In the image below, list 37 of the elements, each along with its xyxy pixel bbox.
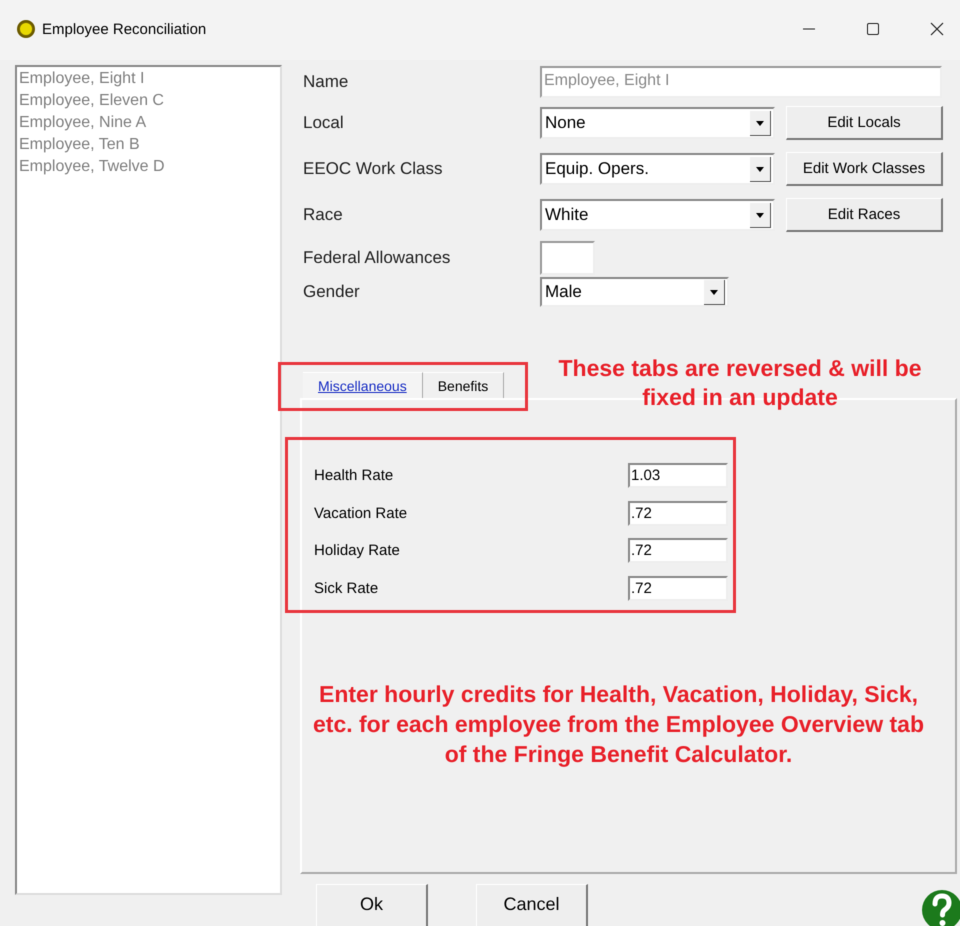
- close-icon[interactable]: [930, 22, 944, 36]
- dropdown[interactable]: Male: [540, 277, 729, 307]
- tab[interactable]: Benefits: [422, 372, 504, 398]
- dropdown[interactable]: White: [540, 199, 775, 231]
- rate-label: Holiday Rate: [314, 542, 401, 560]
- employee-item[interactable]: Employee, Nine A: [19, 112, 278, 134]
- tab[interactable]: Miscellaneous: [303, 372, 423, 398]
- field-label: Federal Allowances: [303, 248, 452, 268]
- input-field[interactable]: [540, 241, 595, 275]
- employee-item[interactable]: Employee, Ten B: [19, 134, 278, 156]
- dialog-button[interactable]: Ok: [316, 884, 428, 926]
- rate-label: Health Rate: [314, 467, 394, 484]
- rate-field[interactable]: 1.03: [628, 463, 728, 488]
- rate-label: Sick Rate: [314, 580, 380, 597]
- rate-field[interactable]: .72: [628, 538, 728, 564]
- field-label: Name: [303, 72, 350, 92]
- employee-item[interactable]: Employee, Eight I: [19, 68, 278, 90]
- rate-field[interactable]: .72: [628, 500, 728, 526]
- window-title: Employee Reconciliation: [42, 20, 206, 38]
- edit-button[interactable]: Edit Locals: [786, 106, 943, 140]
- annotation-text: These tabs are reversed & will be fixed in an update: [557, 354, 923, 412]
- employee-item[interactable]: Employee, Eleven C: [19, 90, 278, 112]
- maximize-icon[interactable]: [866, 22, 880, 36]
- dropdown[interactable]: None: [540, 107, 775, 139]
- field-label: EEOC Work Class: [303, 159, 444, 179]
- annotation-text: Enter hourly credits for Health, Vacation, Holiday, Sick, etc. for each employee from the Employee Overview tab of the Fringe Benefit Calculator.: [312, 680, 925, 769]
- employee-list[interactable]: Employee, Eight I Employee, Eleven C Employee, Nine A Employee, Ten B Employee, Twelve D: [15, 65, 282, 895]
- field-label: Race: [303, 205, 344, 225]
- dropdown[interactable]: Equip. Opers.: [540, 153, 775, 185]
- dialog-button[interactable]: Cancel: [476, 884, 588, 926]
- edit-button[interactable]: Edit Work Classes: [786, 152, 943, 186]
- field-label: Local: [303, 113, 345, 133]
- rate-label: Vacation Rate: [314, 504, 408, 522]
- field-label: Gender: [303, 282, 361, 302]
- employee-item[interactable]: Employee, Twelve D: [19, 156, 278, 178]
- edit-button[interactable]: Edit Races: [786, 198, 943, 232]
- rate-field[interactable]: .72: [628, 576, 728, 601]
